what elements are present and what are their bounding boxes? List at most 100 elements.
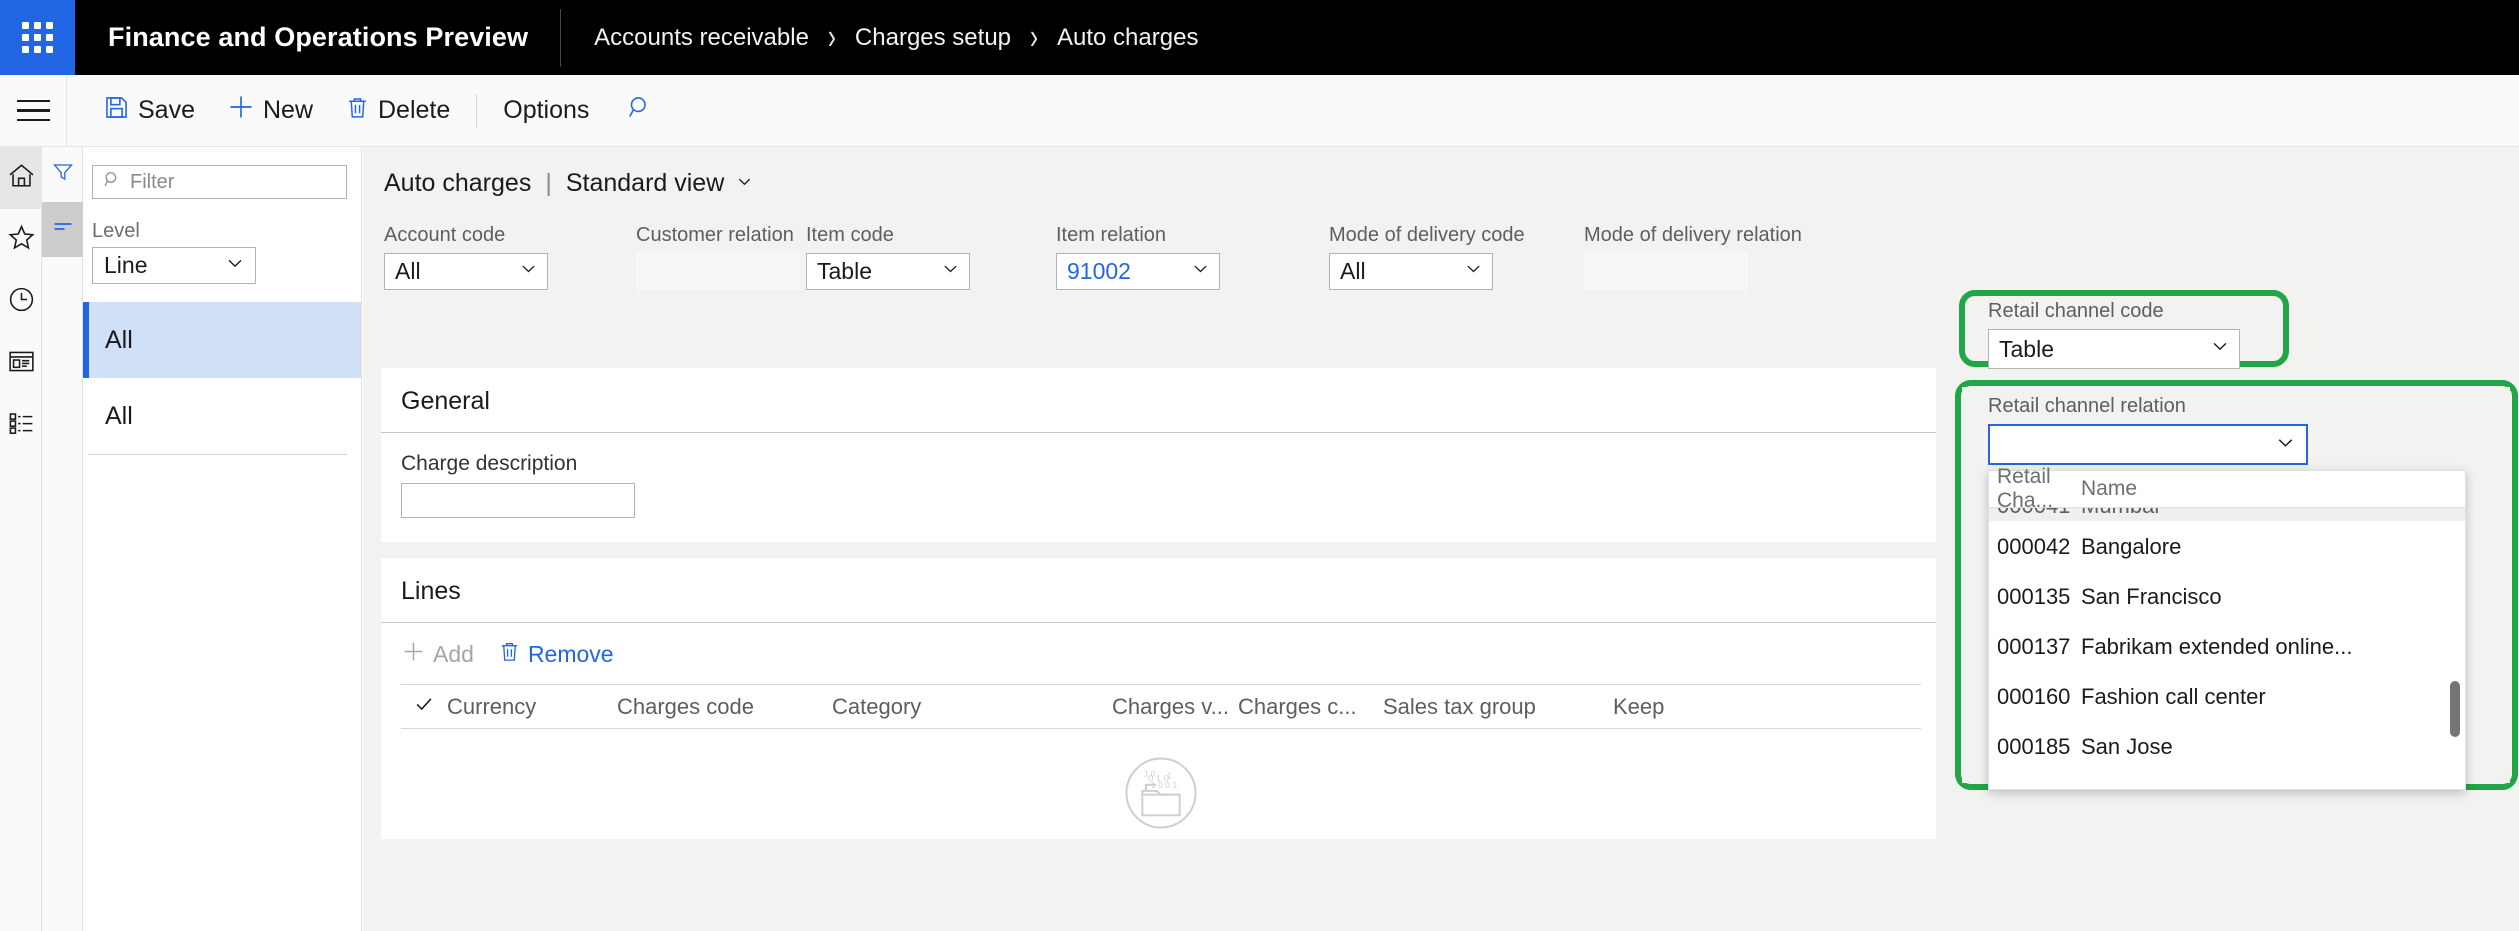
- item-code-value: Table: [817, 258, 872, 285]
- filter-funnel-icon: [51, 160, 75, 189]
- page-header: Auto charges | Standard view: [363, 147, 2519, 198]
- retail-channel-code-select[interactable]: Table: [1988, 329, 2240, 369]
- column-header-currency[interactable]: Currency: [447, 694, 617, 720]
- options-button[interactable]: Options: [487, 75, 605, 146]
- navigation-rail: [0, 147, 42, 931]
- dropdown-row[interactable]: 000160 Fashion call center: [1989, 672, 2465, 722]
- filter-pane-button[interactable]: [42, 147, 83, 202]
- dropdown-row-code: 000137: [1989, 634, 2081, 660]
- lines-grid-body: 0 1 0 1 0 1 1 0 0 1: [401, 729, 1921, 839]
- retail-channel-code-field: Retail channel code Table: [1988, 300, 2278, 369]
- customer-relation-input[interactable]: [636, 253, 800, 290]
- search-button[interactable]: [605, 75, 676, 146]
- breadcrumb-item-charges-setup[interactable]: Charges setup: [855, 24, 1011, 52]
- item-relation-select[interactable]: 91002: [1056, 253, 1220, 290]
- field-label: Customer relation: [636, 224, 806, 247]
- top-navigation-bar: Finance and Operations Preview Accounts …: [0, 0, 2519, 75]
- dropdown-row-name: Fashion call center: [2081, 684, 2465, 710]
- breadcrumb-item-accounts-receivable[interactable]: Accounts receivable: [594, 24, 809, 52]
- list-item[interactable]: All: [83, 302, 361, 378]
- column-header-charges-value[interactable]: Charges v...: [1112, 694, 1238, 720]
- field-account-code: Account code All: [384, 224, 636, 290]
- svg-text:1 0 0 1: 1 0 0 1: [1151, 780, 1178, 790]
- lines-card-title: Lines: [381, 558, 1936, 623]
- dropdown-scrollbar-thumb[interactable]: [2450, 681, 2460, 737]
- breadcrumb-separator-icon: ›: [809, 17, 855, 59]
- search-icon: [627, 94, 654, 128]
- select-all-checkmark[interactable]: [401, 693, 447, 721]
- page-title: Auto charges: [384, 169, 531, 198]
- dropdown-row-clipped[interactable]: 000041 Mumbai: [1989, 508, 2465, 522]
- retail-channel-relation-label: Retail channel relation: [1988, 395, 2318, 418]
- save-button-label: Save: [138, 96, 195, 125]
- retail-channel-relation-dropdown: Retail Cha... Name 000041 Mumbai 000042 …: [1988, 470, 2466, 790]
- breadcrumb: Accounts receivable › Charges setup › Au…: [561, 24, 1198, 52]
- field-mode-of-delivery-relation: Mode of delivery relation: [1584, 224, 1848, 290]
- breadcrumb-item-auto-charges[interactable]: Auto charges: [1057, 24, 1198, 52]
- pane-rail: [42, 147, 83, 931]
- dropdown-row-name: San Francisco: [2081, 584, 2465, 610]
- field-label: Mode of delivery code: [1329, 224, 1584, 247]
- account-code-select[interactable]: All: [384, 253, 548, 290]
- mode-of-delivery-relation-input[interactable]: [1584, 253, 1748, 290]
- column-header-keep[interactable]: Keep: [1613, 694, 1733, 720]
- column-header-sales-tax-group[interactable]: Sales tax group: [1383, 694, 1613, 720]
- dropdown-row-code: 000160: [1989, 684, 2081, 710]
- breadcrumb-separator-icon: ›: [1011, 17, 1057, 59]
- list-item[interactable]: All: [83, 378, 361, 454]
- general-card-title: General: [381, 368, 1936, 433]
- search-icon: [103, 170, 122, 194]
- app-launcher-button[interactable]: [0, 0, 75, 75]
- level-label: Level: [92, 220, 361, 243]
- star-icon: [7, 223, 36, 257]
- level-select[interactable]: Line: [92, 247, 256, 284]
- clock-icon: [7, 285, 36, 319]
- dropdown-row[interactable]: 000135 San Francisco: [1989, 572, 2465, 622]
- add-line-button[interactable]: Add: [401, 639, 474, 670]
- field-label: Item code: [806, 224, 1056, 247]
- navigation-menu-button[interactable]: [0, 75, 67, 146]
- chevron-down-icon: [1463, 258, 1484, 285]
- waffle-icon: [22, 22, 53, 53]
- list-pane-button[interactable]: [42, 202, 83, 257]
- filter-input[interactable]: Filter: [92, 165, 347, 199]
- charge-description-input[interactable]: [401, 483, 635, 518]
- home-icon: [7, 161, 36, 195]
- chevron-down-icon: [518, 258, 539, 285]
- new-button[interactable]: New: [211, 75, 329, 146]
- remove-line-button[interactable]: Remove: [498, 640, 614, 669]
- list-item-label: All: [105, 326, 133, 355]
- nav-item-recent[interactable]: [0, 271, 42, 333]
- dropdown-row-name: Mumbai: [2081, 508, 2465, 519]
- view-selector[interactable]: Standard view: [566, 169, 754, 198]
- nav-item-home[interactable]: [0, 147, 42, 209]
- lines-grid: Currency Charges code Category Charges v…: [401, 684, 1921, 839]
- action-pane: Save New Delete Options: [0, 75, 2519, 147]
- dropdown-row[interactable]: 000185 San Jose: [1989, 722, 2465, 772]
- dropdown-row[interactable]: 000042 Bangalore: [1989, 522, 2465, 572]
- item-code-select[interactable]: Table: [806, 253, 970, 290]
- hamburger-icon: [17, 100, 50, 122]
- column-header-charges-code[interactable]: Charges code: [617, 694, 832, 720]
- mode-of-delivery-code-select[interactable]: All: [1329, 253, 1493, 290]
- lines-card: Lines Add Remove: [381, 558, 1936, 839]
- field-label: Account code: [384, 224, 636, 247]
- column-header-charges-currency[interactable]: Charges c...: [1238, 694, 1383, 720]
- nav-item-favorites[interactable]: [0, 209, 42, 271]
- delete-button[interactable]: Delete: [329, 75, 466, 146]
- save-disk-icon: [103, 94, 130, 128]
- retail-channel-code-label: Retail channel code: [1988, 300, 2278, 323]
- dropdown-row-code: 000135: [1989, 584, 2081, 610]
- lines-toolbar: Add Remove: [381, 623, 1936, 684]
- retail-channel-relation-input[interactable]: [1988, 424, 2308, 465]
- add-line-label: Add: [433, 641, 474, 668]
- field-item-relation: Item relation 91002: [1056, 224, 1329, 290]
- view-selector-label: Standard view: [566, 169, 724, 198]
- field-label: Mode of delivery relation: [1584, 224, 1848, 247]
- nav-item-workspaces[interactable]: [0, 333, 42, 395]
- save-button[interactable]: Save: [87, 75, 211, 146]
- nav-item-modules[interactable]: [0, 395, 42, 457]
- column-header-category[interactable]: Category: [832, 694, 1112, 720]
- dropdown-row[interactable]: 000137 Fabrikam extended online...: [1989, 622, 2465, 672]
- charge-description-value: [402, 484, 403, 485]
